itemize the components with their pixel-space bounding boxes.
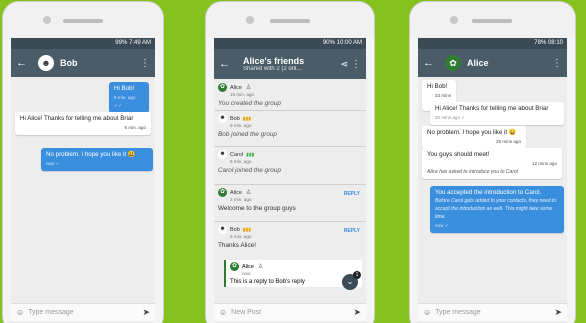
status-bar: 78% 08:10 xyxy=(418,38,567,49)
emoji-icon[interactable]: ☺ xyxy=(219,308,227,317)
trust-level-icon: ▮▮▮ xyxy=(242,115,252,122)
avatar: ☻ xyxy=(218,150,227,159)
trust-level-icon: ▮▮▮ xyxy=(242,226,252,233)
phone-group: 90% 10:00 AM ← Alice's friends Shared wi… xyxy=(206,2,374,323)
message-bubble[interactable]: No problem. I hope you like it 😀 29 mins… xyxy=(422,126,526,149)
overflow-menu-icon[interactable]: ⋮ xyxy=(351,59,361,70)
group-post: ☻ Bob ▮▮▮ 2 min. ago Thanks Alice! REPLY xyxy=(218,225,360,249)
message-bubble[interactable]: No problem. I hope you like it 😃 now ✓ xyxy=(41,148,153,171)
reply-button[interactable]: REPLY xyxy=(344,228,360,234)
status-bar: 99% 7:49 AM xyxy=(11,38,155,49)
back-arrow-icon[interactable]: ← xyxy=(16,57,30,69)
group-post: ☻ Carol ▮▮▮ 5 min. ago Carol joined the gr… xyxy=(218,150,281,174)
person-icon: ♙ xyxy=(257,264,264,270)
message-composer[interactable]: ☺ Type message ➤ xyxy=(11,303,155,321)
conversation-title: Alice xyxy=(467,58,489,68)
screen-alice: 78% 08:10 ← ✿ Alice ⋮ Hi Bob! 33 mins ag… xyxy=(418,38,567,323)
phone-bezel xyxy=(206,2,374,38)
scroll-down-button[interactable]: ⌄ 1 xyxy=(342,271,361,290)
avatar: ✿ xyxy=(218,188,227,197)
group-post: ☻ Bob ▮▮▮ 9 min. ago Bob joined the group xyxy=(218,114,277,138)
message-composer[interactable]: ☺ Type message ➤ xyxy=(418,303,567,321)
toolbar: ← Alice's friends Shared with 2 (2 onl..… xyxy=(214,49,366,79)
emoji-icon[interactable]: ☺ xyxy=(16,308,24,317)
phone-alice: 78% 08:10 ← ✿ Alice ⋮ Hi Bob! 33 mins ag… xyxy=(410,2,575,323)
introduction-request[interactable]: You guys should meet! 12 mins ago Alice … xyxy=(422,148,562,179)
overflow-menu-icon[interactable]: ⋮ xyxy=(140,58,150,69)
group-title: Alice's friends xyxy=(243,56,305,66)
reply-button[interactable]: REPLY xyxy=(344,191,360,197)
status-bar: 90% 10:00 AM xyxy=(214,38,366,49)
message-bubble[interactable]: Hi Alice! Thanks for telling me about Br… xyxy=(15,112,151,135)
message-bubble[interactable]: Hi Bob! 9 min. ago ✓✓ xyxy=(109,82,149,113)
message-input[interactable]: Type message xyxy=(28,309,74,316)
screen-group: 90% 10:00 AM ← Alice's friends Shared wi… xyxy=(214,38,366,323)
screen-bob: 99% 7:49 AM ← ☻ Bob ⋮ Hi Bob! 9 min. ago… xyxy=(11,38,155,323)
person-icon: ♙ xyxy=(245,190,252,196)
unread-badge: 1 xyxy=(353,271,361,279)
trust-level-icon: ▮▮▮ xyxy=(246,151,255,158)
post-composer[interactable]: ☺ New Post ➤ xyxy=(214,303,366,321)
toolbar: ← ☻ Bob ⋮ xyxy=(11,49,155,77)
person-icon: ♙ xyxy=(245,85,252,91)
send-icon[interactable]: ➤ xyxy=(353,307,361,318)
send-icon[interactable]: ➤ xyxy=(142,307,150,318)
avatar: ✿ xyxy=(230,262,239,271)
message-bubble[interactable]: Hi Alice! Thanks for telling me about Br… xyxy=(430,102,564,125)
message-input[interactable]: Type message xyxy=(435,309,481,316)
avatar[interactable]: ✿ xyxy=(445,55,461,71)
back-arrow-icon[interactable]: ← xyxy=(423,57,437,69)
overflow-menu-icon[interactable]: ⋮ xyxy=(552,58,562,69)
avatar[interactable]: ☻ xyxy=(38,55,54,71)
group-subtitle: Shared with 2 (2 onl... xyxy=(243,66,302,72)
avatar: ✿ xyxy=(218,83,227,92)
share-icon[interactable]: ⋖ xyxy=(340,59,348,70)
back-arrow-icon[interactable]: ← xyxy=(219,58,233,70)
group-post: ✿ Alice ♙ 3 min. ago Welcome to the group … xyxy=(218,188,360,212)
phone-bezel xyxy=(410,2,575,38)
avatar: ☻ xyxy=(218,114,227,123)
send-icon[interactable]: ➤ xyxy=(554,307,562,318)
phone-bezel xyxy=(3,2,163,38)
post-input[interactable]: New Post xyxy=(231,309,261,316)
emoji-icon[interactable]: ☺ xyxy=(423,308,431,317)
toolbar: ← ✿ Alice ⋮ xyxy=(418,49,567,77)
avatar: ☻ xyxy=(218,225,227,234)
group-post: ✿ Alice ♙ 15 min. ago You created the grou… xyxy=(218,83,281,107)
introduction-accepted[interactable]: You accepted the introduction to Carol. … xyxy=(430,186,564,233)
conversation-title: Bob xyxy=(60,58,78,68)
phone-bob: 99% 7:49 AM ← ☻ Bob ⋮ Hi Bob! 9 min. ago… xyxy=(3,2,163,323)
